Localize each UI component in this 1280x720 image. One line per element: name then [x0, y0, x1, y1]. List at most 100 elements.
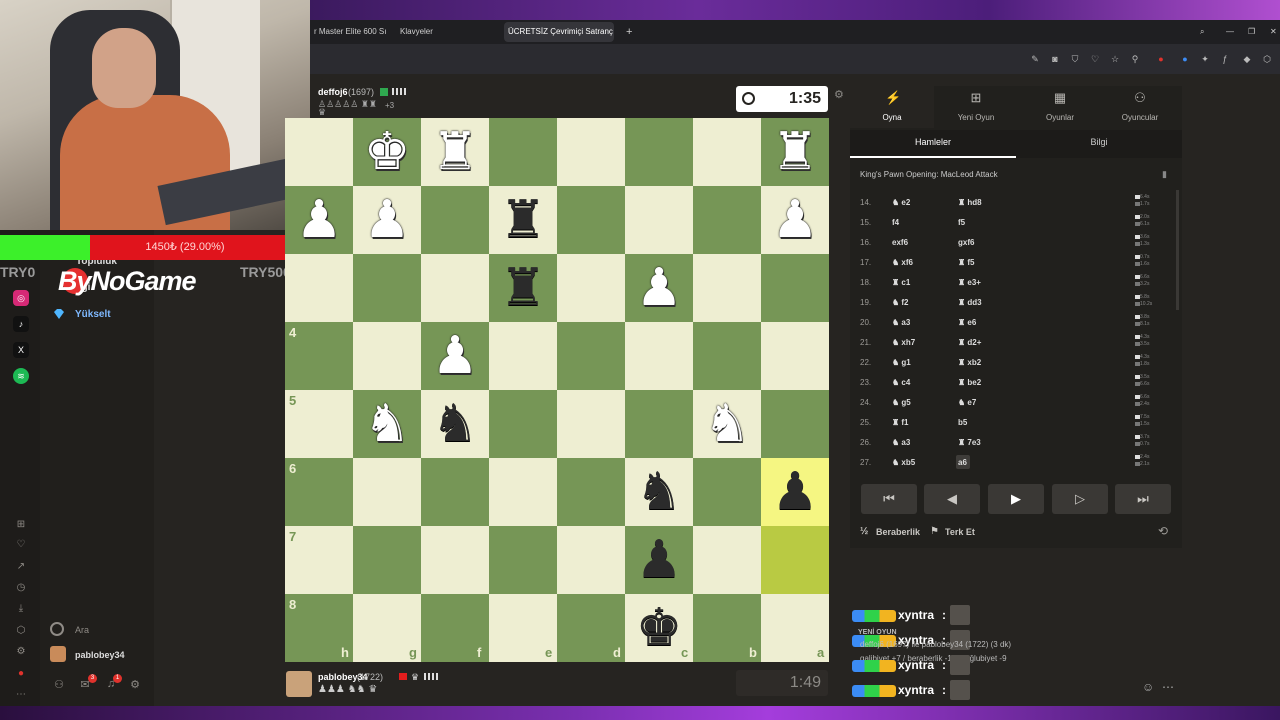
heart-icon[interactable]: ♡: [14, 538, 28, 552]
black-piece-a6[interactable]: ♟: [761, 458, 829, 526]
board-square-a4[interactable]: [761, 322, 829, 390]
white-move[interactable]: ♞ f2: [892, 298, 909, 307]
star-icon[interactable]: ☆: [1110, 54, 1120, 64]
black-move[interactable]: gxf6: [958, 238, 974, 247]
board-square-c5[interactable]: [625, 390, 693, 458]
emoji-icon[interactable]: ☺: [1142, 680, 1154, 694]
black-move[interactable]: ♜ be2: [958, 378, 981, 387]
board-square-b4[interactable]: [693, 322, 761, 390]
board-square-d3[interactable]: [557, 254, 625, 322]
new-tab-button[interactable]: +: [622, 22, 636, 42]
search-icon[interactable]: [50, 622, 64, 636]
moves-scrollbar[interactable]: [1176, 190, 1179, 310]
board-square-h1[interactable]: [285, 118, 353, 186]
board-square-d1[interactable]: [557, 118, 625, 186]
white-move[interactable]: ♞ a3: [892, 438, 910, 447]
extension-icon[interactable]: ⬡: [1262, 54, 1272, 64]
friends-icon[interactable]: ⚇: [52, 678, 66, 692]
white-move[interactable]: ♜ f1: [892, 418, 909, 427]
more-icon[interactable]: ⋯: [1162, 680, 1174, 694]
search-label[interactable]: Ara: [75, 625, 89, 635]
white-move[interactable]: ♞ g5: [892, 398, 911, 407]
board-settings-icon[interactable]: ⚙: [834, 88, 844, 101]
resign-button[interactable]: Terk Et: [945, 527, 975, 537]
camera-icon[interactable]: ◙: [1050, 54, 1060, 64]
black-piece-f5[interactable]: ♞: [421, 390, 489, 458]
extension-icon[interactable]: ◆: [1242, 54, 1252, 64]
browser-tab[interactable]: Klavyeler: [396, 22, 506, 42]
extension-icon[interactable]: ●: [1180, 54, 1190, 64]
settings-icon[interactable]: ⚙: [128, 678, 142, 692]
browser-tab-active[interactable]: ÜCRETSİZ Çevrimiçi Satranç: [504, 22, 614, 42]
black-piece-e2[interactable]: ♜: [489, 186, 557, 254]
black-move[interactable]: ♜ e3+: [958, 278, 981, 287]
draw-button[interactable]: Beraberlik: [876, 527, 920, 537]
white-move[interactable]: f4: [892, 218, 899, 227]
white-move[interactable]: exf6: [892, 238, 908, 247]
next-move-button[interactable]: ▷: [1052, 484, 1108, 514]
board-square-f7[interactable]: [421, 526, 489, 594]
close-button[interactable]: ✕: [1266, 22, 1280, 42]
x-icon[interactable]: X: [13, 342, 29, 358]
player-avatar[interactable]: [286, 671, 312, 697]
avatar[interactable]: [50, 646, 66, 662]
board-square-g7[interactable]: [353, 526, 421, 594]
edit-icon[interactable]: ✎: [1030, 54, 1040, 64]
tiktok-icon[interactable]: ♪: [13, 316, 29, 332]
last-move-button[interactable]: ⏭: [1115, 484, 1171, 514]
board-square-a7[interactable]: [761, 526, 829, 594]
white-piece-c3[interactable]: ♟: [625, 254, 693, 322]
username[interactable]: pablobey34: [75, 650, 125, 660]
white-piece-f1[interactable]: ♜: [421, 118, 489, 186]
sidebar-item-upgrade[interactable]: Yükselt: [75, 309, 111, 320]
nav-players[interactable]: ⚇ Oyuncular: [1098, 86, 1182, 128]
opponent-name[interactable]: deffoj6: [318, 87, 348, 97]
play-button[interactable]: ▶: [988, 484, 1044, 514]
board-square-b6[interactable]: [693, 458, 761, 526]
board-square-d4[interactable]: [557, 322, 625, 390]
black-move[interactable]: ♜ hd8: [958, 198, 982, 207]
nav-new-game[interactable]: ⊞ Yeni Oyun: [934, 86, 1018, 128]
extension-icon[interactable]: ●: [1156, 54, 1166, 64]
board-square-b2[interactable]: [693, 186, 761, 254]
board-square-d6[interactable]: [557, 458, 625, 526]
board-square-d7[interactable]: [557, 526, 625, 594]
board-square-f6[interactable]: [421, 458, 489, 526]
board-square-e7[interactable]: [489, 526, 557, 594]
board-square-e5[interactable]: [489, 390, 557, 458]
black-piece-c6[interactable]: ♞: [625, 458, 693, 526]
board-square-c4[interactable]: [625, 322, 693, 390]
board-square-b7[interactable]: [693, 526, 761, 594]
board-square-e4[interactable]: [489, 322, 557, 390]
flip-board-icon[interactable]: ⟲: [1158, 524, 1168, 538]
restore-button[interactable]: ❐: [1244, 22, 1258, 42]
board-square-d2[interactable]: [557, 186, 625, 254]
white-move[interactable]: ♞ g1: [892, 358, 911, 367]
white-move[interactable]: ♞ a3: [892, 318, 910, 327]
white-piece-f4[interactable]: ♟: [421, 322, 489, 390]
white-piece-g1[interactable]: ♚: [353, 118, 421, 186]
board-square-b3[interactable]: [693, 254, 761, 322]
white-move[interactable]: ♜ c1: [892, 278, 910, 287]
white-piece-b5[interactable]: ♞: [693, 390, 761, 458]
black-move[interactable]: ♜ dd3: [958, 298, 982, 307]
nav-play[interactable]: ⚡ Oyna: [850, 86, 934, 128]
shield-icon[interactable]: ⛉: [1070, 54, 1080, 64]
white-move[interactable]: ♞ xb5: [892, 458, 915, 467]
book-icon[interactable]: ▮: [1162, 169, 1167, 180]
white-move[interactable]: ♞ xh7: [892, 338, 915, 347]
white-piece-g5[interactable]: ♞: [353, 390, 421, 458]
chess-board[interactable]: ♚ ♜ ♜ ♟ ♟ ♜ ♟ ♜ ♟ ♟ ♞ ♞ ♞ ♞ ♟ ♟ ♚ 4 5 6 7 8 h g f e d c b a: [285, 118, 829, 662]
instagram-icon[interactable]: ◎: [13, 290, 29, 306]
board-square-a5[interactable]: [761, 390, 829, 458]
black-move[interactable]: a6: [958, 458, 967, 467]
settings-icon[interactable]: ⚙: [14, 645, 28, 659]
black-piece-e3[interactable]: ♜: [489, 254, 557, 322]
black-move[interactable]: ♜ f5: [958, 258, 975, 267]
user-icon[interactable]: ⚲: [1130, 54, 1140, 64]
board-square-b1[interactable]: [693, 118, 761, 186]
black-move[interactable]: ♜ 7e3: [958, 438, 981, 447]
black-move[interactable]: b5: [958, 418, 967, 427]
more-icon[interactable]: ⋯: [14, 688, 28, 702]
first-move-button[interactable]: ⏮: [861, 484, 917, 514]
